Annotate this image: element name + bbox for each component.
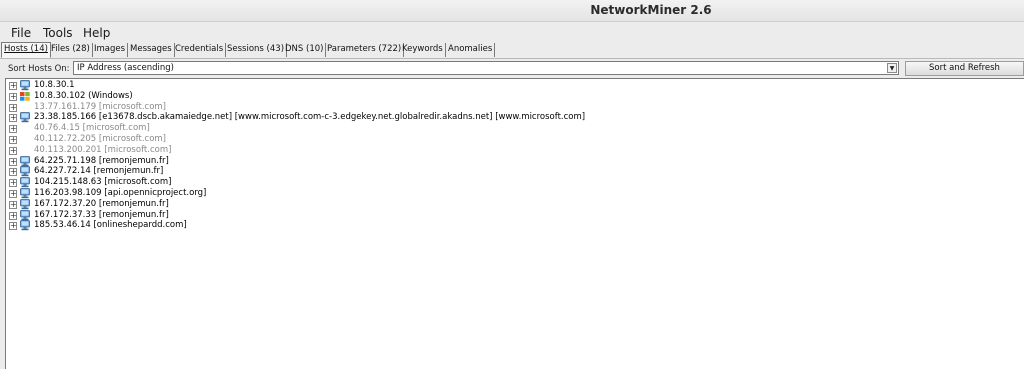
host-label: 40.113.200.201 [microsoft.com] — [34, 144, 172, 155]
network-host-icon — [19, 220, 31, 231]
tab-files[interactable]: Files (28) — [49, 43, 93, 57]
tab-parameters[interactable]: Parameters (722) — [325, 43, 405, 57]
network-host-icon — [19, 80, 31, 91]
expand-icon[interactable]: + — [9, 146, 17, 155]
host-row[interactable]: +40.112.72.205 [microsoft.com] — [6, 134, 1024, 145]
host-label: 10.8.30.1 — [34, 80, 75, 90]
expand-icon[interactable]: + — [9, 114, 17, 123]
sort-bar: Sort Hosts On: IP Address (ascending) ▼ … — [0, 58, 1024, 77]
network-host-icon — [19, 166, 31, 177]
expand-icon[interactable]: + — [9, 211, 17, 220]
host-row[interactable]: +167.172.37.33 [remonjemun.fr] — [6, 210, 1024, 221]
host-label: 13.77.161.179 [microsoft.com] — [34, 101, 167, 112]
expand-icon[interactable]: + — [9, 222, 17, 231]
host-label: 40.76.4.15 [microsoft.com] — [34, 123, 150, 134]
sort-select[interactable]: IP Address (ascending) ▼ — [73, 61, 899, 75]
host-label: 167.172.37.20 [remonjemun.fr] — [34, 198, 169, 209]
host-row[interactable]: +40.76.4.15 [microsoft.com] — [6, 123, 1024, 134]
sort-refresh-button[interactable]: Sort and Refresh — [905, 61, 1024, 76]
expand-icon[interactable]: + — [9, 179, 17, 188]
expand-icon[interactable]: + — [9, 82, 17, 90]
network-host-icon — [19, 112, 31, 123]
network-host-icon — [19, 198, 31, 210]
expand-icon[interactable]: + — [9, 136, 17, 144]
tab-keywords[interactable]: Keywords — [400, 43, 446, 57]
network-host-icon — [19, 155, 31, 167]
tab-anomalies[interactable]: Anomalies — [446, 43, 496, 57]
host-label: 64.225.71.198 [remonjemun.fr] — [34, 155, 169, 166]
tab-credentials[interactable]: Credentials — [173, 43, 227, 57]
network-host-icon — [19, 188, 31, 199]
menu-help[interactable]: Help — [83, 26, 110, 40]
host-label: 23.38.185.166 [e13678.dscb.akamaiedge.ne… — [34, 112, 586, 123]
windows-host-icon — [19, 91, 31, 102]
host-row[interactable]: +10.8.30.102 (Windows) — [6, 91, 1024, 102]
expand-icon[interactable]: + — [9, 168, 17, 177]
expand-icon[interactable]: + — [9, 157, 17, 166]
host-label: 185.53.46.14 [onlineshepardd.com] — [34, 220, 187, 231]
expand-icon[interactable]: + — [9, 125, 17, 134]
menu-bar: File Tools Help — [0, 23, 1024, 42]
host-tree[interactable]: +10.8.30.1 +10.8.30.102 (Windows) +13.77.1… — [5, 78, 1024, 369]
expand-icon[interactable]: + — [9, 200, 17, 209]
host-row[interactable]: +64.225.71.198 [remonjemun.fr] — [6, 156, 1024, 167]
window-title: NetworkMiner 2.6 — [590, 3, 712, 17]
host-row[interactable]: +23.38.185.166 [e13678.dscb.akamaiedge.n… — [6, 112, 1024, 123]
host-row[interactable]: +13.77.161.179 [microsoft.com] — [6, 102, 1024, 113]
tab-images[interactable]: Images — [92, 43, 129, 57]
chevron-down-icon[interactable]: ▼ — [887, 63, 897, 73]
expand-icon[interactable]: + — [9, 190, 17, 198]
tab-messages[interactable]: Messages — [128, 43, 175, 57]
network-host-icon — [19, 209, 31, 221]
title-bar: NetworkMiner 2.6 — [0, 0, 1024, 22]
tab-dns[interactable]: DNS (10) — [283, 43, 327, 57]
menu-tools[interactable]: Tools — [43, 26, 73, 40]
network-host-icon — [19, 177, 31, 188]
host-row[interactable]: +64.227.72.14 [remonjemun.fr] — [6, 166, 1024, 177]
host-row[interactable]: +104.215.148.63 [microsoft.com] — [6, 177, 1024, 188]
sort-select-value: IP Address (ascending) — [77, 63, 174, 73]
host-row[interactable]: +10.8.30.1 — [6, 80, 1024, 91]
host-row[interactable]: +116.203.98.109 [api.opennicproject.org] — [6, 188, 1024, 199]
host-row[interactable]: +185.53.46.14 [onlineshepardd.com] — [6, 220, 1024, 231]
host-label: 116.203.98.109 [api.opennicproject.org] — [34, 188, 207, 198]
host-label: 64.227.72.14 [remonjemun.fr] — [34, 166, 164, 177]
tab-bar: Hosts (14) Files (28) Images Messages Cr… — [0, 42, 1024, 58]
expand-icon[interactable]: + — [9, 103, 17, 112]
tab-hosts[interactable]: Hosts (14) — [1, 42, 51, 58]
menu-file[interactable]: File — [11, 26, 31, 40]
host-label: 40.112.72.205 [microsoft.com] — [34, 134, 167, 144]
host-row[interactable]: +40.113.200.201 [microsoft.com] — [6, 145, 1024, 156]
expand-icon[interactable]: + — [9, 92, 17, 101]
host-label: 167.172.37.33 [remonjemun.fr] — [34, 209, 169, 220]
host-label: 10.8.30.102 (Windows) — [34, 90, 133, 101]
sort-label: Sort Hosts On: — [8, 64, 70, 74]
host-row[interactable]: +167.172.37.20 [remonjemun.fr] — [6, 199, 1024, 210]
tab-sessions[interactable]: Sessions (43) — [225, 43, 288, 57]
host-label: 104.215.148.63 [microsoft.com] — [34, 177, 172, 188]
